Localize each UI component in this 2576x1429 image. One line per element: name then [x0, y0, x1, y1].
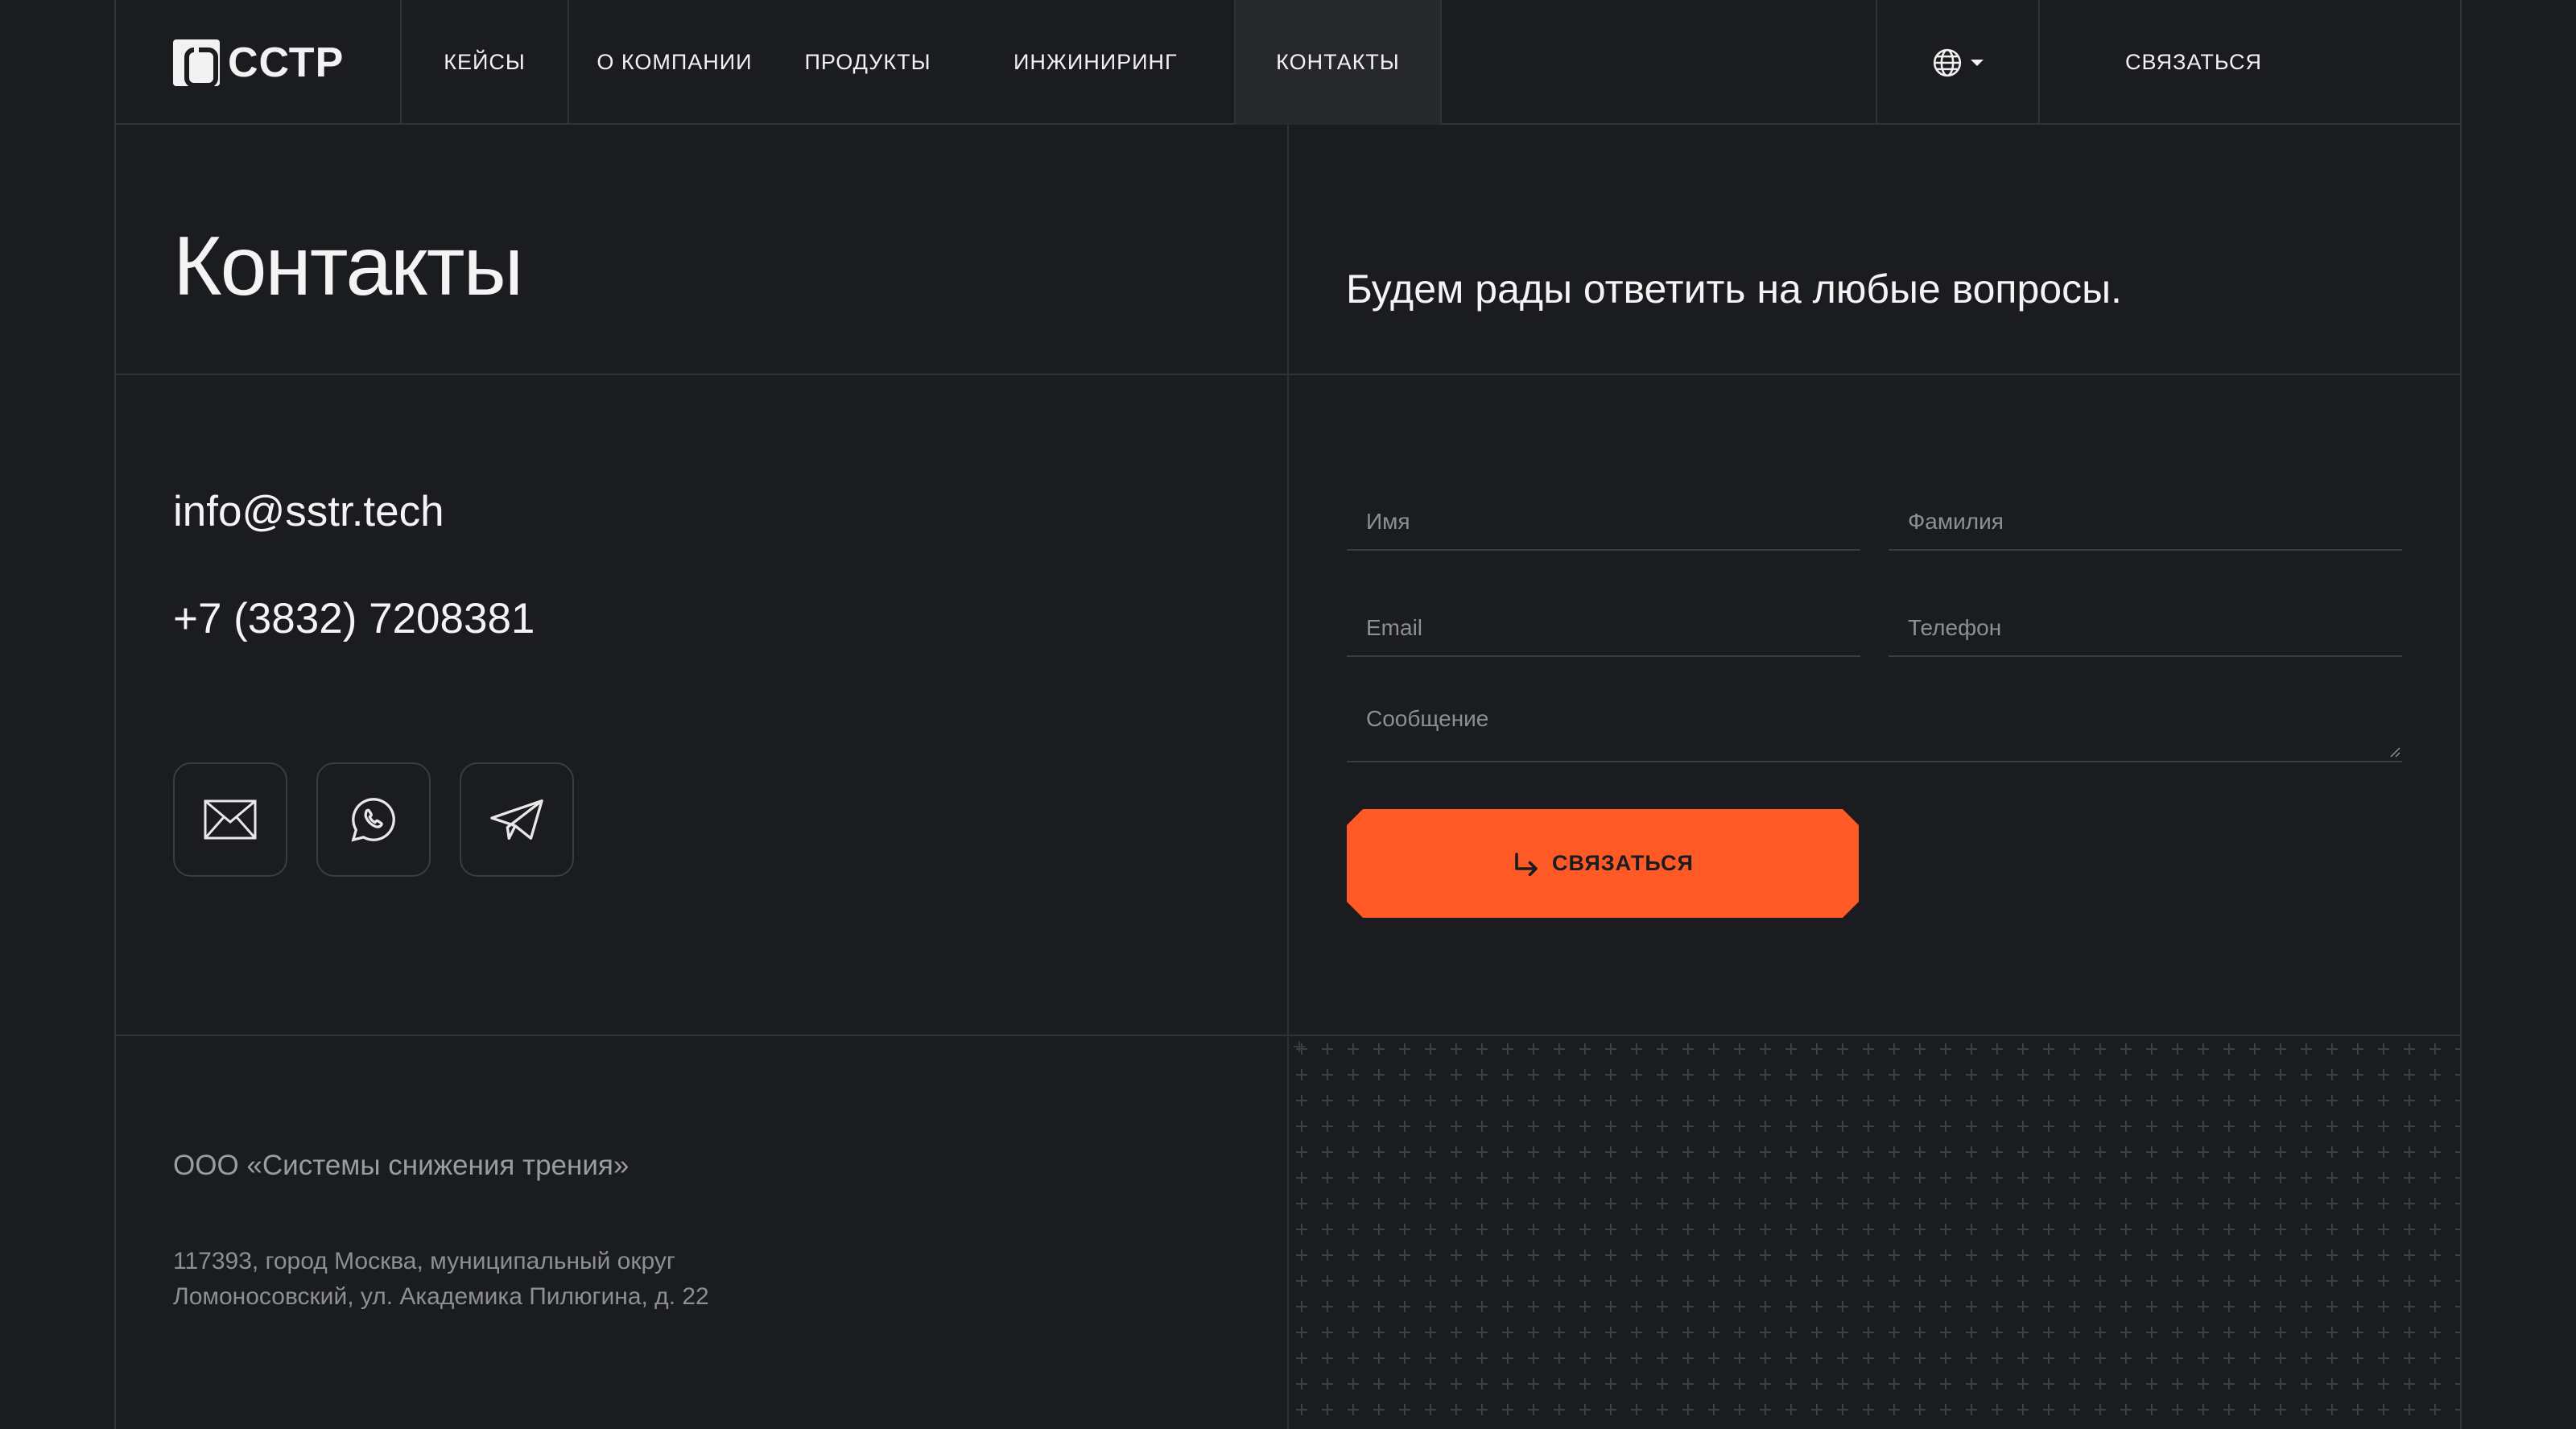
- submit-label: СВЯЗАТЬСЯ: [1552, 851, 1694, 875]
- social-buttons: [173, 762, 574, 877]
- phone-input[interactable]: [1889, 584, 2402, 655]
- right-border: [2460, 0, 2462, 1429]
- phone-link[interactable]: +7 (3832) 7208381: [173, 594, 535, 643]
- submit-button[interactable]: СВЯЗАТЬСЯ: [1347, 809, 1859, 918]
- page-title: Контакты: [173, 220, 523, 313]
- email-input[interactable]: [1347, 584, 1860, 655]
- address-line-1: 117393, город Москва, муниципальный окру…: [173, 1248, 675, 1274]
- mail-button[interactable]: [173, 762, 287, 877]
- last-name-field: [1889, 478, 2402, 551]
- message-field: [1347, 690, 2402, 762]
- logo-text: ССТР: [228, 39, 345, 86]
- message-textarea[interactable]: [1347, 690, 2402, 761]
- plus-grid-graphic: [1289, 1036, 2460, 1429]
- first-name-input[interactable]: [1347, 478, 1860, 549]
- address-line-2: Ломоносовский, ул. Академика Пилюгина, д…: [173, 1283, 709, 1310]
- resize-handle-icon[interactable]: [2389, 746, 2401, 758]
- phone-field: [1889, 584, 2402, 657]
- telegram-button[interactable]: [460, 762, 574, 877]
- nav-item-products[interactable]: ПРОДУКТЫ: [780, 0, 956, 125]
- mail-icon: [204, 799, 257, 840]
- last-name-input[interactable]: [1889, 478, 2402, 549]
- contacts-page: ССТР КЕЙСЫ О КОМПАНИИ ПРОДУКТЫ ИНЖИНИРИН…: [0, 0, 2576, 1429]
- left-border: [114, 0, 116, 1429]
- whatsapp-icon: [351, 798, 395, 842]
- nav-item-engineering[interactable]: ИНЖИНИРИНГ: [956, 0, 1234, 125]
- nav-item-contacts[interactable]: КОНТАКТЫ: [1234, 0, 1442, 125]
- lead-text: Будем рады ответить на любые вопросы.: [1346, 266, 2122, 312]
- email-field: [1347, 584, 1860, 657]
- language-switcher[interactable]: [1876, 0, 2040, 125]
- whatsapp-button[interactable]: [316, 762, 431, 877]
- nav-item-cases[interactable]: КЕЙСЫ: [402, 0, 569, 125]
- company-name: ООО «Системы снижения трения»: [173, 1150, 630, 1181]
- company-address: 117393, город Москва, муниципальный окру…: [173, 1244, 978, 1315]
- logo[interactable]: ССТР: [115, 0, 402, 125]
- email-link[interactable]: info@sstr.tech: [173, 487, 444, 536]
- first-name-field: [1347, 478, 1860, 551]
- telegram-icon: [490, 799, 543, 840]
- arrow-return-icon: [1515, 852, 1538, 876]
- globe-icon: [1933, 48, 1962, 76]
- header-contact-button[interactable]: СВЯЗАТЬСЯ: [2041, 0, 2346, 125]
- chevron-down-icon: [1971, 59, 1984, 66]
- main-nav: КЕЙСЫ О КОМПАНИИ ПРОДУКТЫ ИНЖИНИРИНГ КОН…: [402, 0, 1442, 125]
- logo-icon: [173, 39, 220, 88]
- plus-pattern-decoration: [1289, 1036, 2460, 1429]
- nav-item-about[interactable]: О КОМПАНИИ: [569, 0, 780, 125]
